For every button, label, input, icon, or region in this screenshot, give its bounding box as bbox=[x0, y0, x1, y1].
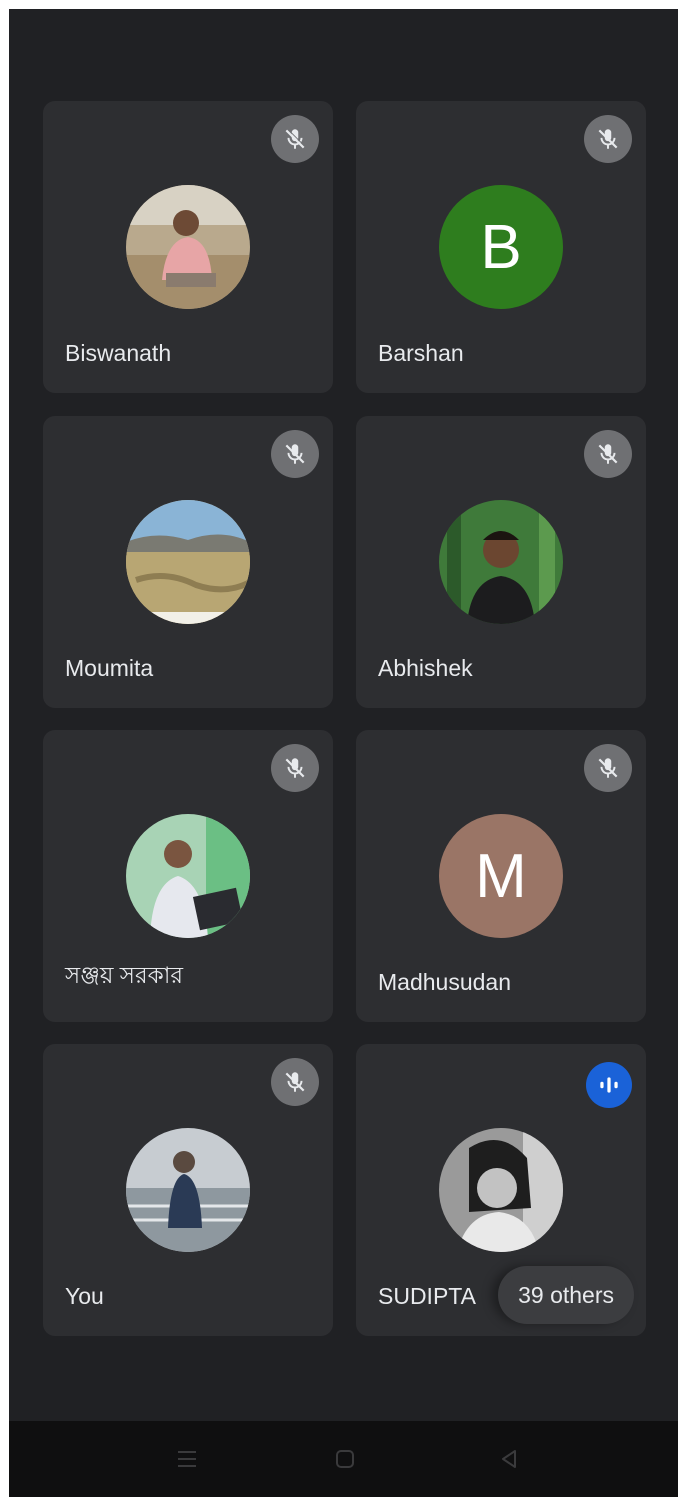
mic-off-icon bbox=[271, 1058, 319, 1106]
participant-name: সঞ্জয় সরকার bbox=[65, 962, 184, 988]
participant-tile-you[interactable]: You bbox=[43, 1044, 333, 1336]
others-chip[interactable]: 39 others bbox=[498, 1266, 634, 1324]
participant-tile-biswanath[interactable]: Biswanath bbox=[43, 101, 333, 393]
avatar bbox=[126, 814, 250, 938]
participant-name: Abhishek bbox=[378, 655, 473, 681]
participant-name: You bbox=[65, 1283, 104, 1309]
avatar bbox=[439, 1128, 563, 1252]
mic-off-icon bbox=[584, 115, 632, 163]
avatar bbox=[439, 500, 563, 624]
audio-level-icon bbox=[586, 1062, 632, 1108]
avatar bbox=[126, 500, 250, 624]
participant-tile-madhusudan[interactable]: M Madhusudan bbox=[356, 730, 646, 1022]
mic-off-icon bbox=[271, 430, 319, 478]
participant-tile-moumita[interactable]: Moumita bbox=[43, 416, 333, 708]
mic-off-icon bbox=[584, 430, 632, 478]
back-icon[interactable] bbox=[489, 1439, 529, 1479]
avatar bbox=[126, 1128, 250, 1252]
participant-tile-barshan[interactable]: B Barshan bbox=[356, 101, 646, 393]
participant-name: Moumita bbox=[65, 655, 154, 681]
avatar bbox=[126, 185, 250, 309]
participant-name: Biswanath bbox=[65, 340, 172, 366]
participant-name: Madhusudan bbox=[378, 969, 511, 995]
participant-tile-abhishek[interactable]: Abhishek bbox=[356, 416, 646, 708]
home-icon[interactable] bbox=[325, 1439, 365, 1479]
system-nav-bar bbox=[9, 1421, 678, 1497]
letter-avatar: M bbox=[439, 814, 563, 938]
mic-off-icon bbox=[584, 744, 632, 792]
mic-off-icon bbox=[271, 744, 319, 792]
participant-tile-sudipta[interactable]: SUDIPTA 39 others bbox=[356, 1044, 646, 1336]
mic-off-icon bbox=[271, 115, 319, 163]
participant-tile-sanjay[interactable]: সঞ্জয় সরকার bbox=[43, 730, 333, 1022]
meeting-screen: Biswanath B Barshan Moumita Abhishek সঞ্… bbox=[9, 9, 678, 1497]
letter-avatar: B bbox=[439, 185, 563, 309]
menu-icon[interactable] bbox=[167, 1439, 207, 1479]
participant-name: Barshan bbox=[378, 340, 464, 366]
participant-name: SUDIPTA bbox=[378, 1283, 476, 1309]
